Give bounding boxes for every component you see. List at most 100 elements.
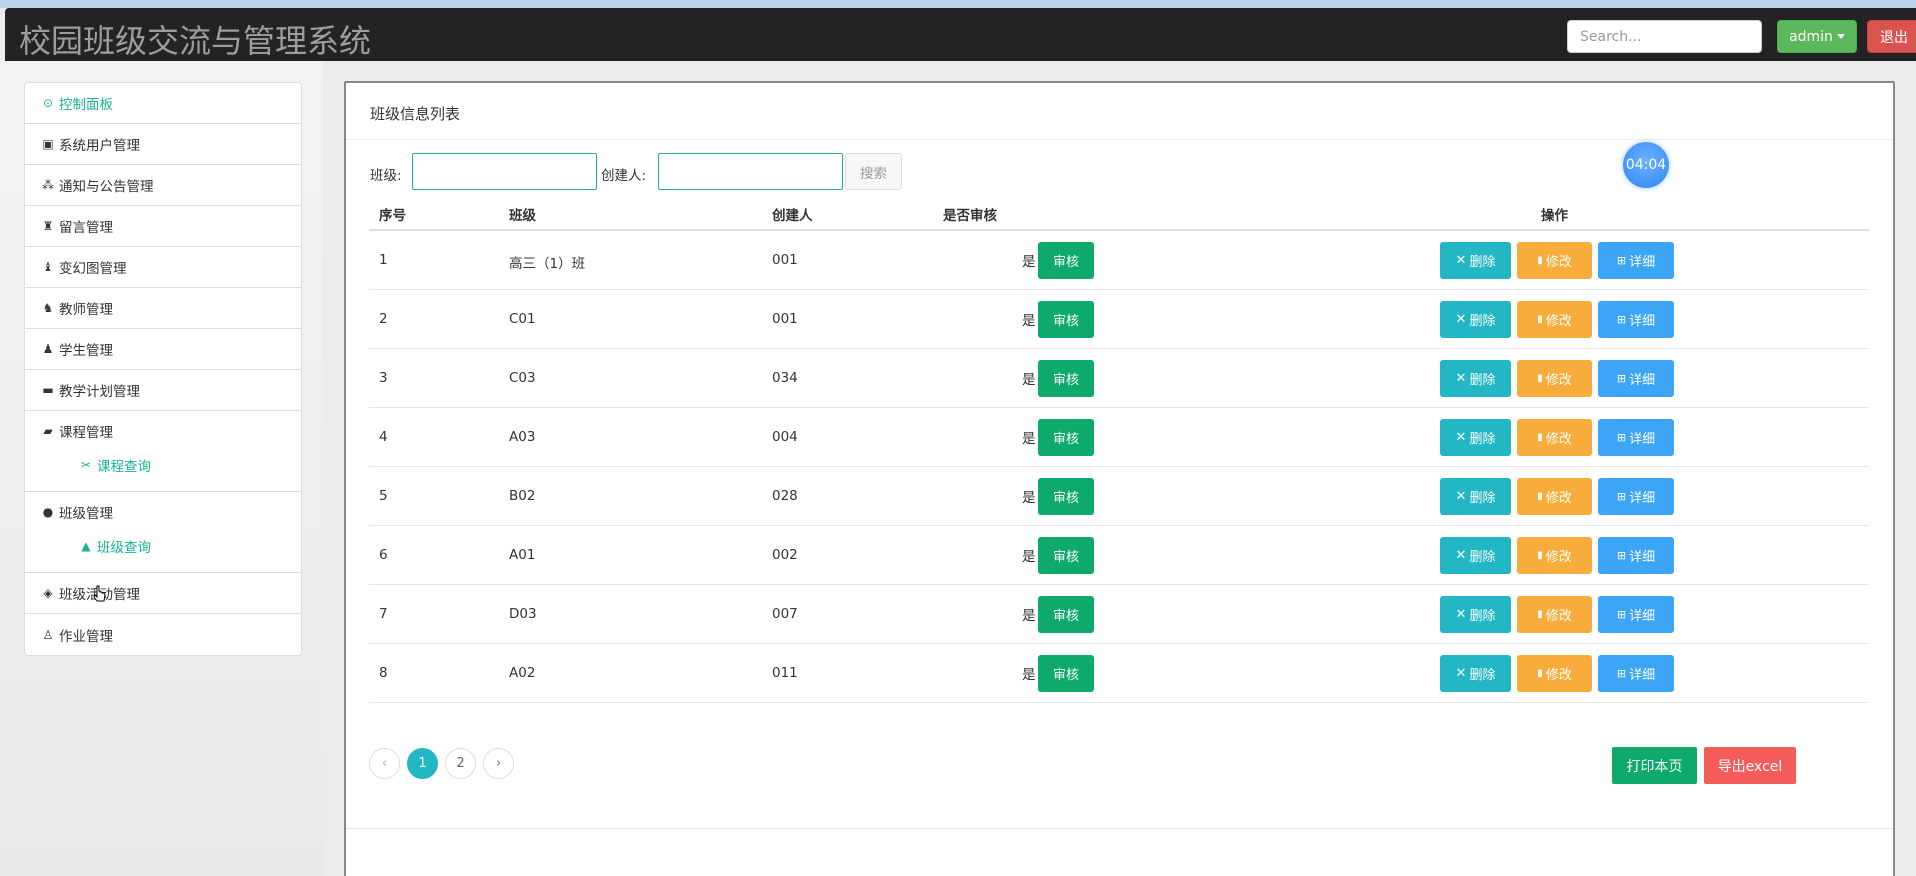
audit-button[interactable]: 审核 — [1038, 242, 1094, 279]
audit-button[interactable]: 审核 — [1038, 596, 1094, 633]
delete-button[interactable]: ✕ 删除 — [1440, 537, 1511, 574]
audit-button[interactable]: 审核 — [1038, 478, 1094, 515]
logout-button[interactable]: 退出 — [1867, 20, 1916, 53]
delete-label: 删除 — [1469, 432, 1496, 447]
edit-button[interactable]: ▮ 修改 — [1517, 537, 1592, 574]
edit-label: 修改 — [1545, 314, 1572, 329]
delete-label: 删除 — [1469, 255, 1496, 270]
delete-button[interactable]: ✕ 删除 — [1440, 242, 1511, 279]
sidebar-subitem-course-query[interactable]: ✂ 课程查询 — [79, 455, 151, 475]
delete-button[interactable]: ✕ 删除 — [1440, 596, 1511, 633]
cell-class: A02 — [509, 665, 536, 681]
image-icon: ▣ — [42, 137, 54, 151]
cell-audited: 是 — [1022, 667, 1036, 683]
cell-no: 5 — [379, 488, 388, 504]
trash-icon: ▮ — [1537, 314, 1543, 325]
creator-filter-input[interactable] — [658, 153, 843, 190]
detail-button[interactable]: ⊞ 详细 — [1598, 655, 1674, 692]
delete-label: 删除 — [1469, 550, 1496, 565]
sidebar-item-label: 留言管理 — [59, 220, 113, 236]
sidebar-item-carousel[interactable]: ♝ 变幻图管理 — [25, 247, 301, 288]
sidebar-item-courses: ▰ 课程管理 ✂ 课程查询 — [25, 411, 301, 492]
cell-audited: 是 — [1022, 431, 1036, 447]
detail-button[interactable]: ⊞ 详细 — [1598, 596, 1674, 633]
search-button[interactable]: 搜索 — [845, 153, 902, 190]
print-page-button[interactable]: 打印本页 — [1612, 747, 1697, 784]
sidebar-item-students[interactable]: ♟ 学生管理 — [25, 329, 301, 370]
audit-button[interactable]: 审核 — [1038, 301, 1094, 338]
sidebar-item-teaching-plan[interactable]: ▬ 教学计划管理 — [25, 370, 301, 411]
cell-creator: 001 — [772, 311, 798, 327]
sidebar-item-classes-row[interactable]: ● 班级管理 — [41, 502, 113, 522]
chess-icon: ♟ — [42, 342, 54, 356]
detail-button[interactable]: ⊞ 详细 — [1598, 360, 1674, 397]
edit-button[interactable]: ▮ 修改 — [1517, 242, 1592, 279]
grid-icon: ⊞ — [1616, 490, 1627, 503]
edit-button[interactable]: ▮ 修改 — [1517, 655, 1592, 692]
audit-button[interactable]: 审核 — [1038, 360, 1094, 397]
sidebar-item-label: 学生管理 — [59, 343, 113, 359]
sidebar-item-notices[interactable]: ⁂ 通知与公告管理 — [25, 165, 301, 206]
detail-label: 详细 — [1629, 373, 1656, 388]
eraser-icon: ◈ — [43, 586, 53, 600]
delete-button[interactable]: ✕ 删除 — [1440, 478, 1511, 515]
delete-button[interactable]: ✕ 删除 — [1440, 301, 1511, 338]
detail-label: 详细 — [1629, 550, 1656, 565]
pagination-next-button[interactable]: › — [483, 748, 514, 779]
detail-button[interactable]: ⊞ 详细 — [1598, 419, 1674, 456]
export-excel-button[interactable]: 导出excel — [1704, 747, 1796, 784]
cell-creator: 002 — [772, 547, 798, 563]
sidebar-item-class-activities[interactable]: ◈ 班级活动管理 — [25, 573, 301, 614]
delete-button[interactable]: ✕ 删除 — [1440, 360, 1511, 397]
pagination-prev-button[interactable]: ‹ — [369, 748, 400, 779]
cell-class: D03 — [509, 606, 537, 622]
class-filter-input[interactable] — [412, 153, 597, 190]
sidebar-item-homework[interactable]: ♙ 作业管理 — [25, 614, 301, 655]
cell-audited: 是 — [1022, 254, 1036, 270]
grid-icon: ⊞ — [1616, 372, 1627, 385]
detail-button[interactable]: ⊞ 详细 — [1598, 537, 1674, 574]
grid-icon: ⊞ — [1616, 608, 1627, 621]
sidebar-item-courses-row[interactable]: ▰ 课程管理 — [41, 421, 113, 441]
pagination-page-1[interactable]: 1 — [407, 748, 438, 779]
detail-button[interactable]: ⊞ 详细 — [1598, 301, 1674, 338]
app-title: 校园班级交流与管理系统 — [19, 22, 372, 60]
sidebar-subitem-class-query[interactable]: ▲ 班级查询 — [79, 536, 151, 556]
sidebar-item-system-users[interactable]: ▣ 系统用户管理 — [25, 124, 301, 165]
audit-button[interactable]: 审核 — [1038, 419, 1094, 456]
lamp-icon: ♙ — [42, 627, 54, 642]
sidebar-item-teachers[interactable]: ♞ 教师管理 — [25, 288, 301, 329]
close-icon: ✕ — [1455, 312, 1467, 327]
sidebar-item-messages[interactable]: ♜ 留言管理 — [25, 206, 301, 247]
sidebar-item-label: 通知与公告管理 — [59, 179, 154, 195]
table-row: 3 C03 034 是审核 ✕ 删除 ▮ 修改 ⊞ 详细 — [369, 349, 1869, 408]
chess-icon: ♝ — [42, 260, 54, 274]
audit-button[interactable]: 审核 — [1038, 655, 1094, 692]
edit-label: 修改 — [1545, 668, 1572, 683]
detail-button[interactable]: ⊞ 详细 — [1598, 242, 1674, 279]
edit-button[interactable]: ▮ 修改 — [1517, 478, 1592, 515]
delete-label: 删除 — [1469, 668, 1496, 683]
cell-no: 8 — [379, 665, 388, 681]
edit-label: 修改 — [1545, 550, 1572, 565]
cell-class: 高三（1）班 — [509, 256, 586, 272]
edit-label: 修改 — [1545, 432, 1572, 447]
delete-button[interactable]: ✕ 删除 — [1440, 419, 1511, 456]
detail-button[interactable]: ⊞ 详细 — [1598, 478, 1674, 515]
edit-button[interactable]: ▮ 修改 — [1517, 301, 1592, 338]
pagination-page-2[interactable]: 2 — [445, 748, 476, 779]
trash-icon: ▮ — [1537, 255, 1543, 266]
class-table: 序号 班级 创建人 是否审核 操作 1 高三（1）班 001 是审核 ✕ 删除 ▮ 修改 ⊞ 详细… — [369, 197, 1869, 703]
edit-button[interactable]: ▮ 修改 — [1517, 419, 1592, 456]
edit-button[interactable]: ▮ 修改 — [1517, 596, 1592, 633]
window-top-strip — [0, 0, 1916, 8]
edit-label: 修改 — [1545, 255, 1572, 270]
search-input[interactable] — [1567, 20, 1762, 53]
bus-icon: ▰ — [43, 424, 53, 438]
delete-button[interactable]: ✕ 删除 — [1440, 655, 1511, 692]
audit-button[interactable]: 审核 — [1038, 537, 1094, 574]
sidebar-item-dashboard[interactable]: ⊙ 控制面板 — [25, 83, 301, 124]
edit-button[interactable]: ▮ 修改 — [1517, 360, 1592, 397]
admin-dropdown-button[interactable]: admin — [1777, 20, 1857, 53]
close-icon: ✕ — [1455, 607, 1467, 622]
